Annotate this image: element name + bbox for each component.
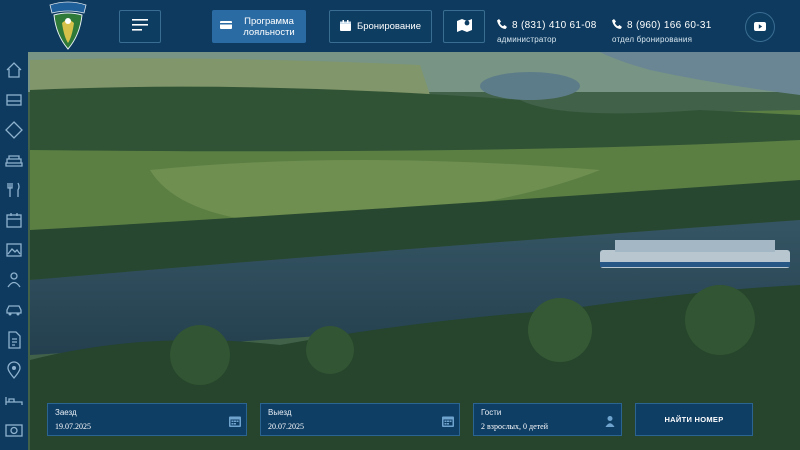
checkout-value: 20.07.2025 bbox=[268, 422, 304, 431]
phone-admin[interactable]: 8 (831) 410 61-08 администратор bbox=[497, 19, 597, 44]
hotel-logo[interactable] bbox=[44, 1, 92, 53]
phone-icon bbox=[612, 19, 627, 32]
guests-label: Гости bbox=[481, 408, 502, 417]
map-button[interactable] bbox=[443, 10, 485, 43]
phone-admin-number: 8 (831) 410 61-08 bbox=[512, 20, 597, 31]
guests-field[interactable]: Гости 2 взрослых, 0 детей bbox=[473, 403, 622, 436]
calendar-icon[interactable] bbox=[229, 414, 241, 427]
checkin-field[interactable]: Заезд 19.07.2025 bbox=[47, 403, 247, 436]
phone-booking-number: 8 (960) 166 60-31 bbox=[627, 20, 712, 31]
home-icon[interactable] bbox=[4, 60, 24, 80]
checkin-value: 19.07.2025 bbox=[55, 422, 91, 431]
room-icon[interactable] bbox=[4, 90, 24, 110]
diamond-icon[interactable] bbox=[4, 120, 24, 140]
guests-value: 2 взрослых, 0 детей bbox=[481, 422, 549, 431]
sidebar bbox=[0, 52, 28, 450]
loyalty-program-label: Программа лояльности bbox=[243, 15, 295, 38]
card-icon bbox=[220, 20, 232, 33]
photo-icon[interactable] bbox=[4, 420, 24, 440]
checkout-label: Выезд bbox=[268, 408, 292, 417]
calendar-icon[interactable] bbox=[442, 414, 454, 427]
phone-booking-caption: отдел бронирования bbox=[612, 35, 693, 44]
phone-admin-caption: администратор bbox=[497, 35, 557, 44]
hero-background-photo bbox=[0, 0, 800, 450]
hamburger-icon bbox=[132, 19, 148, 34]
checkout-field[interactable]: Выезд 20.07.2025 bbox=[260, 403, 460, 436]
find-room-button[interactable]: НАЙТИ НОМЕР bbox=[635, 403, 753, 436]
checkin-label: Заезд bbox=[55, 408, 77, 417]
map-icon bbox=[456, 18, 472, 35]
person-icon[interactable] bbox=[604, 414, 616, 427]
document-icon[interactable] bbox=[4, 330, 24, 350]
location-icon[interactable] bbox=[4, 360, 24, 380]
menu-button[interactable] bbox=[119, 10, 161, 43]
booking-button[interactable]: Бронирование bbox=[329, 10, 432, 43]
bed-icon[interactable] bbox=[4, 390, 24, 410]
sofa-icon[interactable] bbox=[4, 150, 24, 170]
youtube-icon bbox=[754, 18, 766, 36]
dining-icon[interactable] bbox=[4, 180, 24, 200]
booking-label: Бронирование bbox=[357, 21, 421, 32]
calendar-icon bbox=[340, 19, 351, 34]
phone-booking[interactable]: 8 (960) 166 60-31 отдел бронирования bbox=[612, 19, 712, 44]
youtube-button[interactable] bbox=[745, 12, 775, 42]
loyalty-program-button[interactable]: Программа лояльности bbox=[212, 10, 306, 43]
person-icon[interactable] bbox=[4, 270, 24, 290]
phone-icon bbox=[497, 19, 512, 32]
calendar-icon[interactable] bbox=[4, 210, 24, 230]
find-room-label: НАЙТИ НОМЕР bbox=[664, 415, 724, 424]
car-icon[interactable] bbox=[4, 300, 24, 320]
gallery-icon[interactable] bbox=[4, 240, 24, 260]
